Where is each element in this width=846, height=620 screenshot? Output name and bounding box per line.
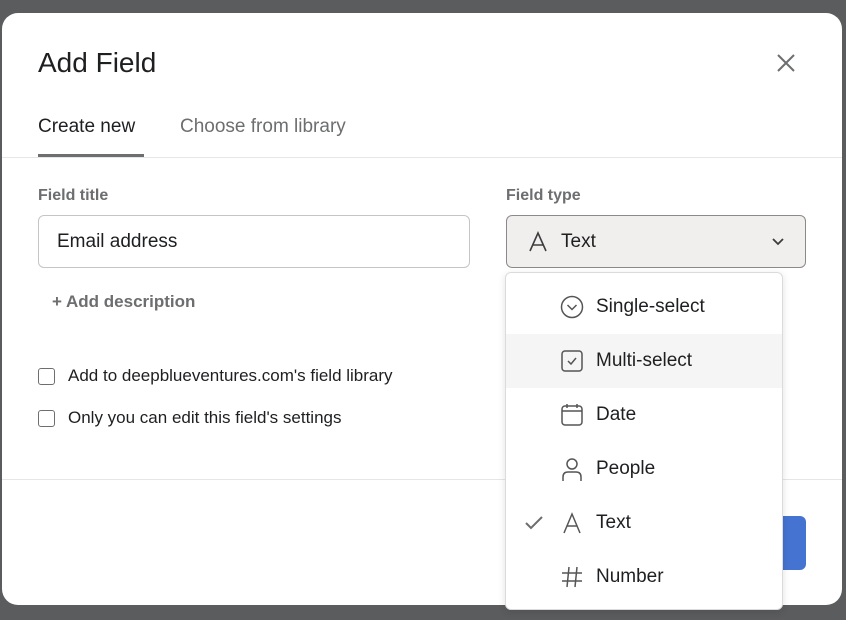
option-single-select[interactable]: Single-select	[506, 280, 782, 334]
option-label: Text	[596, 512, 631, 533]
close-icon[interactable]	[772, 49, 800, 77]
checkbox-icon	[561, 350, 583, 372]
library-checkbox[interactable]: Add to deepblueventures.com's field libr…	[38, 366, 393, 386]
chevron-circle-icon	[560, 295, 584, 319]
option-text[interactable]: Text	[506, 496, 782, 550]
text-icon	[529, 231, 547, 252]
field-type-label: Field type	[506, 187, 581, 204]
tab-choose-from-library[interactable]: Choose from library	[180, 116, 346, 138]
option-label: Single-select	[596, 296, 705, 317]
checkbox-label: Add to deepblueventures.com's field libr…	[68, 366, 393, 385]
field-type-dropdown: Single-select Multi-select Date People T…	[505, 272, 783, 610]
dialog-title: Add Field	[38, 47, 157, 78]
divider	[2, 157, 842, 158]
hash-icon	[562, 566, 582, 588]
option-label: Date	[596, 404, 637, 425]
field-type-select[interactable]: Text	[506, 215, 806, 268]
only-you-edit-checkbox[interactable]: Only you can edit this field's settings	[38, 408, 342, 428]
checkbox-label: Only you can edit this field's settings	[68, 408, 342, 427]
field-title-label: Field title	[38, 187, 109, 204]
option-label: Number	[596, 566, 664, 587]
add-description-button[interactable]: + Add description	[52, 292, 195, 312]
checkmark-icon	[525, 516, 543, 530]
text-icon	[563, 512, 581, 534]
calendar-icon	[561, 404, 583, 426]
checkbox[interactable]	[38, 367, 55, 385]
option-date[interactable]: Date	[506, 388, 782, 442]
field-type-value: Text	[561, 231, 596, 252]
option-label: Multi-select	[596, 350, 693, 371]
option-multi-select[interactable]: Multi-select	[506, 334, 782, 388]
tab-create-new[interactable]: Create new	[38, 116, 135, 138]
chevron-down-icon	[772, 238, 784, 246]
option-people[interactable]: People	[506, 442, 782, 496]
option-label: People	[596, 458, 656, 479]
person-icon	[562, 458, 582, 481]
checkbox[interactable]	[38, 409, 55, 427]
option-number[interactable]: Number	[506, 550, 782, 604]
field-title-input[interactable]: Email address	[38, 215, 470, 268]
